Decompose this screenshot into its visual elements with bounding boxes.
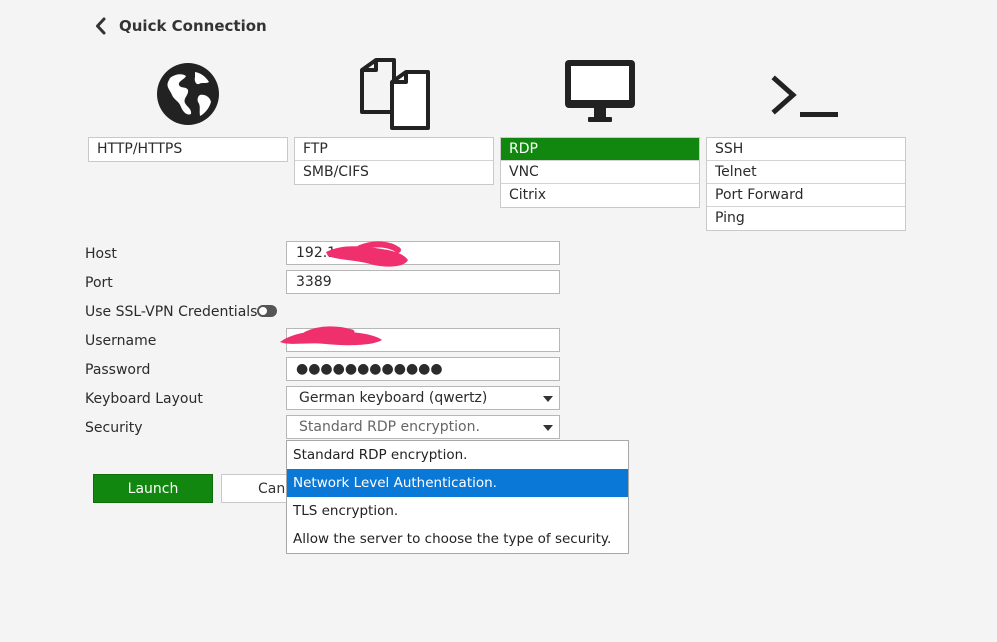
copy-files-icon[interactable] <box>354 54 434 134</box>
protocol-option-vnc[interactable]: VNC <box>501 161 699 184</box>
protocol-option-telnet[interactable]: Telnet <box>707 161 905 184</box>
password-value: ●●●●●●●●●●●● <box>296 361 443 377</box>
port-label: Port <box>85 275 113 291</box>
keyboard-layout-value: German keyboard (qwertz) <box>299 390 488 406</box>
security-option-server-choose[interactable]: Allow the server to choose the type of s… <box>287 525 628 553</box>
security-select[interactable]: Standard RDP encryption. <box>286 415 560 439</box>
protocol-option-rdp[interactable]: RDP <box>501 138 699 161</box>
caret-down-icon <box>543 396 553 402</box>
password-label: Password <box>85 362 151 378</box>
username-field[interactable] <box>286 328 560 352</box>
protocol-option-citrix[interactable]: Citrix <box>501 184 699 207</box>
protocol-option-http-https[interactable]: HTTP/HTTPS <box>89 138 287 161</box>
terminal-icon[interactable] <box>766 54 846 134</box>
keyboard-layout-label: Keyboard Layout <box>85 391 203 407</box>
monitor-icon[interactable] <box>560 54 640 134</box>
protocol-option-port-forward[interactable]: Port Forward <box>707 184 905 207</box>
security-option-tls[interactable]: TLS encryption. <box>287 497 628 525</box>
protocol-option-ping[interactable]: Ping <box>707 207 905 230</box>
ssl-credentials-toggle[interactable] <box>257 305 277 317</box>
page-title: Quick Connection <box>119 17 267 35</box>
protocol-option-ftp[interactable]: FTP <box>295 138 493 161</box>
protocol-list-web: HTTP/HTTPS <box>88 137 288 162</box>
security-value: Standard RDP encryption. <box>299 419 480 435</box>
keyboard-layout-select[interactable]: German keyboard (qwertz) <box>286 386 560 410</box>
protocol-list-desktop: RDP VNC Citrix <box>500 137 700 208</box>
chevron-left-icon <box>93 16 109 36</box>
toggle-knob <box>259 307 267 315</box>
globe-icon[interactable] <box>148 54 228 134</box>
host-label: Host <box>85 246 117 262</box>
security-dropdown: Standard RDP encryption. Network Level A… <box>286 440 629 554</box>
protocol-option-smb-cifs[interactable]: SMB/CIFS <box>295 161 493 184</box>
caret-down-icon <box>543 425 553 431</box>
ssl-credentials-label: Use SSL-VPN Credentials <box>85 304 258 320</box>
port-field[interactable]: 3389 <box>286 270 560 294</box>
security-label: Security <box>85 420 143 436</box>
protocol-option-ssh[interactable]: SSH <box>707 138 905 161</box>
password-field[interactable]: ●●●●●●●●●●●● <box>286 357 560 381</box>
host-field[interactable]: 192.1 <box>286 241 560 265</box>
protocol-list-terminal: SSH Telnet Port Forward Ping <box>706 137 906 231</box>
back-button[interactable]: Quick Connection <box>93 16 267 36</box>
launch-button[interactable]: Launch <box>93 474 213 503</box>
host-value: 192.1 <box>296 245 337 261</box>
security-option-nla[interactable]: Network Level Authentication. <box>287 469 628 497</box>
username-label: Username <box>85 333 157 349</box>
protocol-list-files: FTP SMB/CIFS <box>294 137 494 185</box>
port-value: 3389 <box>296 274 332 290</box>
security-option-standard-rdp[interactable]: Standard RDP encryption. <box>287 441 628 469</box>
